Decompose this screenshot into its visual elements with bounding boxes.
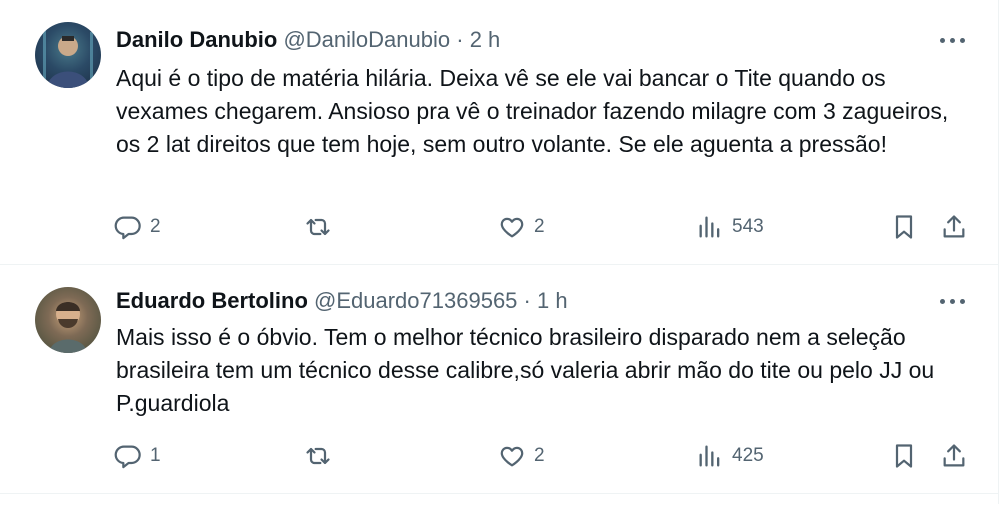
views-button[interactable]: 543 [696,210,764,244]
views-chart-icon [699,445,720,467]
share-icon [943,444,965,467]
views-chart-icon [699,216,720,238]
avatar[interactable] [35,287,101,353]
action-bar: 1 2 425 [114,439,974,473]
view-count: 425 [732,445,764,466]
reply-icon [114,445,141,469]
like-count: 2 [534,216,545,237]
more-icon[interactable] [938,26,968,54]
tweet-header: Danilo Danubio @DaniloDanubio · 2 h [116,26,500,54]
author-name[interactable]: Danilo Danubio [116,27,277,52]
reply-count: 2 [150,216,161,237]
like-button[interactable]: 2 [498,210,545,244]
view-count: 543 [732,216,764,237]
reply-count: 1 [150,445,161,466]
next-tweet-edge [0,493,998,505]
timestamp[interactable]: 1 h [537,288,568,313]
like-count: 2 [534,445,545,466]
user-avatar-icon [49,302,87,353]
tweet[interactable]: Danilo Danubio @DaniloDanubio · 2 h Aqui… [0,0,998,265]
share-icon [943,215,965,238]
timestamp[interactable]: 2 h [470,27,501,52]
bookmark-icon [895,215,913,239]
tweet-text: Aqui é o tipo de matéria hilária. Deixa … [116,65,949,157]
separator: · [456,27,464,52]
reply-icon [114,216,141,240]
more-icon[interactable] [938,287,968,315]
share-button[interactable] [940,210,968,244]
author-handle[interactable]: @Eduardo71369565 [314,288,517,313]
tweet-header: Eduardo Bertolino @Eduardo71369565 · 1 h [116,287,568,315]
views-button[interactable]: 425 [696,439,764,473]
reply-button[interactable]: 2 [114,210,161,244]
tweet-text: Mais isso é o óbvio. Tem o melhor técnic… [116,324,935,416]
retweet-icon [306,218,330,236]
avatar[interactable] [35,22,101,88]
retweet-icon [306,447,330,465]
action-bar: 2 2 543 [114,210,974,244]
heart-icon [500,446,524,467]
timeline: Danilo Danubio @DaniloDanubio · 2 h Aqui… [0,0,999,504]
user-avatar-icon [43,30,93,88]
author-name[interactable]: Eduardo Bertolino [116,288,308,313]
reply-button[interactable]: 1 [114,439,161,473]
retweet-button[interactable] [304,439,340,473]
author-handle[interactable]: @DaniloDanubio [283,27,450,52]
share-button[interactable] [940,439,968,473]
like-button[interactable]: 2 [498,439,545,473]
bookmark-icon [895,444,913,468]
separator: · [523,288,531,313]
retweet-button[interactable] [304,210,340,244]
heart-icon [500,217,524,238]
bookmark-button[interactable] [890,210,918,244]
tweet[interactable]: Eduardo Bertolino @Eduardo71369565 · 1 h… [0,265,998,494]
bookmark-button[interactable] [890,439,918,473]
